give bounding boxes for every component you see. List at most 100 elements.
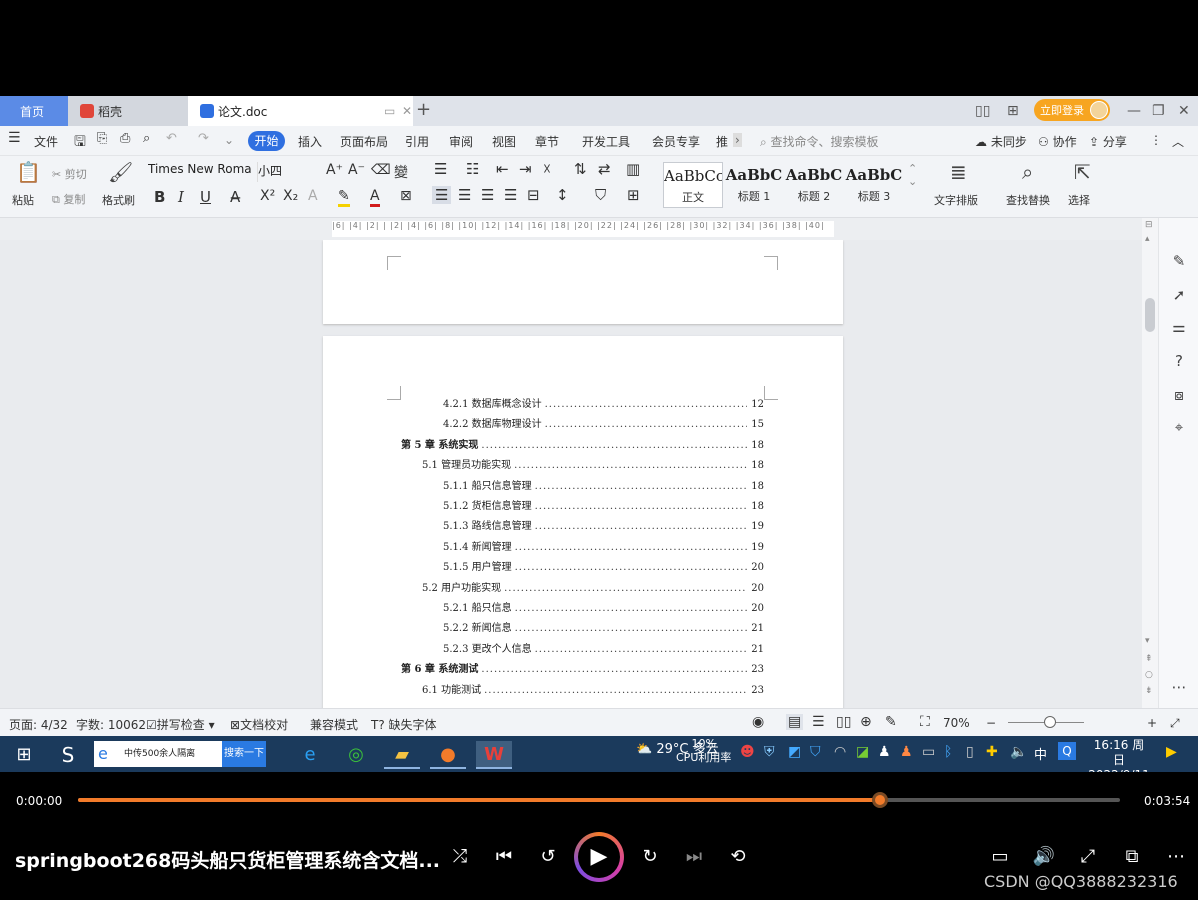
- format-painter-icon[interactable]: 🖌: [108, 160, 133, 184]
- highlight-icon[interactable]: ✎: [338, 188, 350, 207]
- tray-search-icon[interactable]: Q: [1058, 742, 1076, 760]
- redo-icon[interactable]: ↷: [198, 131, 209, 146]
- shuffle-icon[interactable]: ⤮: [447, 846, 473, 867]
- collaborate-button[interactable]: ⚇ 协作: [1038, 133, 1077, 150]
- player-more-icon[interactable]: ⋯: [1163, 846, 1189, 867]
- pointer-icon[interactable]: ➚: [1169, 286, 1189, 306]
- location-icon[interactable]: ⌖: [1169, 418, 1189, 438]
- outline-view-icon[interactable]: ☰: [812, 714, 825, 730]
- menu-start[interactable]: 开始: [248, 131, 285, 151]
- progress-knob[interactable]: [872, 792, 889, 808]
- fullscreen-expand-icon[interactable]: ⤢: [1075, 846, 1101, 867]
- tab-daoke[interactable]: 稻壳: [68, 96, 188, 126]
- toc-entry[interactable]: 4.2.1 数据库概念设计...........................…: [443, 398, 764, 412]
- tray-bluetooth-icon[interactable]: ᛒ: [944, 744, 952, 760]
- superscript-icon[interactable]: X²: [260, 188, 275, 204]
- web-view-icon[interactable]: ⊕: [860, 714, 872, 730]
- toc-entry[interactable]: 5.2.1 船只信息..............................…: [443, 602, 764, 616]
- document-canvas[interactable]: 4.2.1 数据库概念设计...........................…: [0, 240, 1142, 708]
- numbered-list-icon[interactable]: ☷: [466, 160, 479, 178]
- restore-icon[interactable]: ❐: [1152, 103, 1165, 119]
- char-border-icon[interactable]: ⊠: [400, 188, 412, 204]
- scroll-down-icon[interactable]: ▾: [1145, 636, 1150, 646]
- shading-icon[interactable]: ⛉: [595, 186, 606, 204]
- rewind-10-icon[interactable]: ↺: [535, 846, 561, 867]
- italic-icon[interactable]: I: [178, 188, 184, 206]
- collapse-ribbon-icon[interactable]: ︿: [1172, 133, 1184, 150]
- video-player-icon[interactable]: ●: [430, 741, 466, 769]
- toc-entry[interactable]: 第 6 章 系统测试..............................…: [401, 663, 764, 677]
- show-desktop-icon[interactable]: ▶: [1166, 744, 1177, 760]
- document-proofread[interactable]: ⊠文档校对: [230, 716, 288, 733]
- menu-developer[interactable]: 开发工具: [582, 133, 630, 150]
- copy-button[interactable]: ⧉ 复制: [52, 191, 85, 207]
- scroll-thumb[interactable]: [1145, 298, 1155, 332]
- previous-icon[interactable]: ⏮: [491, 846, 517, 867]
- show-marks-icon[interactable]: ⇄: [598, 160, 611, 178]
- shrink-font-icon[interactable]: A⁻: [348, 162, 365, 178]
- toc-entry[interactable]: 5.1.1 船只信息管理............................…: [443, 480, 764, 494]
- tray-volume-icon[interactable]: 🔈: [1010, 744, 1027, 760]
- vertical-scrollbar[interactable]: ⊟ ▴ ▾ ⇞ ○ ⇟: [1142, 218, 1158, 708]
- image-tool-icon[interactable]: ⧇: [1169, 386, 1189, 406]
- play-button[interactable]: ▶: [574, 832, 624, 882]
- chinese-layout-icon[interactable]: ☓: [543, 160, 551, 178]
- tray-battery-icon[interactable]: ▭: [922, 744, 935, 760]
- close-window-icon[interactable]: ✕: [1178, 103, 1190, 119]
- zoom-slider-thumb[interactable]: [1044, 716, 1056, 728]
- bullet-list-icon[interactable]: ☰: [434, 160, 447, 178]
- prev-page-icon[interactable]: ⇞: [1145, 654, 1153, 664]
- scroll-up-icon[interactable]: ▴: [1145, 234, 1150, 244]
- borders-icon[interactable]: ⊞: [627, 186, 640, 204]
- decrease-indent-icon[interactable]: ⇤: [496, 160, 509, 178]
- select-button[interactable]: 选择: [1068, 192, 1090, 208]
- toc-entry[interactable]: 5.2 用户功能实现..............................…: [422, 582, 764, 596]
- split-view-icon[interactable]: ⊟: [1145, 220, 1153, 230]
- tray-security-icon[interactable]: ⛨: [764, 744, 775, 760]
- taskbar-search-button[interactable]: 搜索一下: [222, 741, 266, 767]
- fit-page-icon[interactable]: ⛶: [920, 714, 930, 730]
- tray-shield-icon[interactable]: ⛉: [810, 744, 821, 760]
- ruler-ticks[interactable]: |6| |4| |2| | |2| |4| |6| |8| |10| |12| …: [332, 221, 834, 237]
- adjust-sliders-icon[interactable]: ⚌: [1169, 318, 1189, 338]
- mini-player-icon[interactable]: ⧉: [1119, 846, 1145, 867]
- undo-icon[interactable]: ↶: [166, 131, 177, 146]
- more-tools-icon[interactable]: ⋯: [1169, 678, 1189, 698]
- page-indicator[interactable]: 页面: 4/32: [9, 716, 68, 733]
- text-layout-button[interactable]: 文字排版: [934, 192, 978, 208]
- strikethrough-icon[interactable]: A̶: [230, 188, 240, 206]
- text-layout-icon[interactable]: ≣: [950, 160, 967, 184]
- distribute-icon[interactable]: ⊟: [527, 186, 540, 204]
- find-replace-button[interactable]: 查找替换: [1006, 192, 1050, 208]
- progress-bar[interactable]: [78, 792, 1120, 808]
- taskbar-search-input[interactable]: e 中传500余人隔离: [94, 741, 222, 767]
- toc-entry[interactable]: 5.1 管理员功能实现.............................…: [422, 459, 764, 473]
- underline-icon[interactable]: U: [200, 188, 211, 206]
- toc-entry[interactable]: 5.1.3 路线信息管理............................…: [443, 520, 764, 534]
- toc-entry[interactable]: 5.1.5 用户管理..............................…: [443, 561, 764, 575]
- minimize-icon[interactable]: —: [1127, 103, 1141, 119]
- menu-more-chevron-icon[interactable]: ›: [733, 133, 742, 147]
- file-explorer-icon[interactable]: ▰: [384, 741, 420, 769]
- menu-member[interactable]: 会员专享: [652, 133, 700, 150]
- zoom-out-icon[interactable]: −: [986, 716, 996, 730]
- menu-recommend[interactable]: 推: [716, 133, 728, 150]
- align-right-icon[interactable]: ☰: [481, 186, 494, 204]
- print-preview-icon[interactable]: ⌕: [143, 131, 150, 146]
- styles-scroll-icon[interactable]: ⌃ ⌄: [908, 162, 917, 188]
- tray-wifi-icon[interactable]: ◠: [834, 744, 846, 760]
- font-name-select[interactable]: Times New Roma: [148, 162, 258, 182]
- login-button[interactable]: 立即登录: [1034, 99, 1110, 121]
- tray-nvidia-icon[interactable]: ◪: [856, 744, 869, 760]
- style-heading-1[interactable]: AaBbC 标题 1: [724, 162, 784, 208]
- windows-start-icon[interactable]: ⊞: [6, 741, 42, 769]
- tray-qq-icon[interactable]: ♟: [878, 744, 891, 760]
- menu-references[interactable]: 引用: [405, 133, 429, 150]
- edit-pen-icon[interactable]: ✎: [1169, 252, 1189, 272]
- tray-qq2-icon[interactable]: ♟: [900, 744, 913, 760]
- forward-30-icon[interactable]: ↻: [637, 846, 663, 867]
- browse-object-icon[interactable]: ○: [1145, 670, 1153, 680]
- select-cursor-icon[interactable]: ⇱: [1074, 160, 1091, 184]
- tab-document[interactable]: 论文.doc ▭ ✕: [188, 96, 413, 126]
- align-center-icon[interactable]: ☰: [458, 186, 471, 204]
